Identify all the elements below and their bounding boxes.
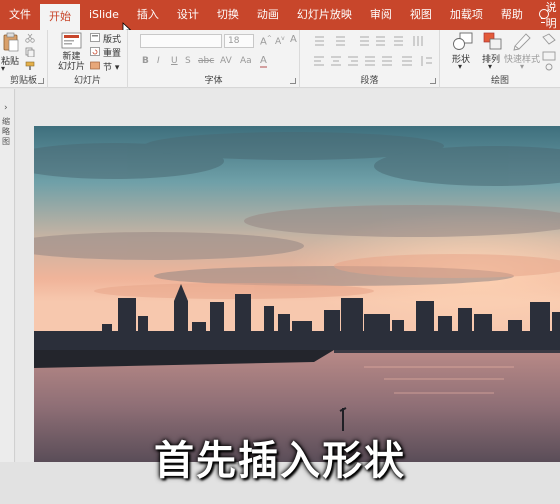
quick-styles-dropdown-icon[interactable]: ▾ (520, 62, 524, 71)
strikethrough-button[interactable]: abc (198, 56, 214, 66)
cut-icon[interactable] (25, 33, 35, 43)
section-label: 节 (103, 63, 113, 73)
tab-review[interactable]: 审阅 (361, 0, 401, 30)
increase-font-icon[interactable]: A^ (260, 35, 272, 47)
format-painter-icon[interactable] (25, 61, 37, 71)
slides-label: 幻灯片 (73, 76, 101, 86)
font-size-value: 18 (228, 36, 240, 46)
quick-styles-icon (513, 33, 531, 51)
menu-bar: 文件 开始 iSlide 插入 设计 切换 动画 幻灯片放映 审阅 视图 加载项… (0, 0, 560, 62)
decrease-font-icon[interactable]: Av (275, 35, 285, 47)
paste-dropdown-icon[interactable]: ▾ (1, 64, 5, 73)
shapes-dropdown-icon[interactable]: ▾ (458, 62, 462, 71)
new-slide-button[interactable]: 新建 幻灯片 (58, 52, 85, 72)
font-group: 18 A^ Av A B I U S abc AV Aa A 字体 (128, 30, 300, 88)
powerpoint-window: 文件 开始 iSlide 插入 设计 切换 动画 幻灯片放映 审阅 视图 加载项… (0, 0, 560, 504)
clipboard-launcher-icon[interactable] (38, 78, 44, 84)
fill-outline-icons[interactable] (540, 33, 560, 73)
font-color-button[interactable]: A (260, 55, 267, 68)
tab-view[interactable]: 视图 (401, 0, 441, 30)
expand-arrow-icon[interactable]: › (4, 103, 8, 113)
section-button[interactable]: 节 ▾ (103, 60, 119, 73)
new-slide-icon[interactable] (61, 31, 83, 51)
tab-addins[interactable]: 加载项 (441, 0, 492, 30)
paste-icon[interactable] (2, 32, 20, 52)
lightbulb-icon (538, 8, 549, 23)
ribbon: 粘贴 ▾ 剪贴板 新建 幻灯片 版式 重置 节 ▾ 幻灯片 18 A^ Av A… (0, 30, 560, 88)
tab-insert[interactable]: 插入 (128, 0, 168, 30)
slides-group: 新建 幻灯片 版式 重置 节 ▾ 幻灯片 (48, 30, 128, 88)
bold-button[interactable]: B (142, 56, 149, 66)
tab-transitions[interactable]: 切换 (208, 0, 248, 30)
video-caption: 首先插入形状 (154, 438, 406, 484)
tab-design[interactable]: 设计 (168, 0, 208, 30)
tab-slideshow[interactable]: 幻灯片放映 (288, 0, 361, 30)
paragraph-launcher-icon[interactable] (430, 78, 436, 84)
drawing-label: 绘图 (490, 76, 509, 86)
paragraph-group: 段落 (300, 30, 440, 88)
layout-icon (90, 33, 100, 42)
slide[interactable] (34, 126, 560, 462)
underline-button[interactable]: U (171, 56, 178, 66)
font-label: 字体 (204, 76, 223, 86)
tab-home[interactable]: 开始 (40, 4, 80, 30)
list-buttons-icon[interactable] (312, 34, 432, 48)
italic-button[interactable]: I (157, 56, 160, 66)
font-size-combobox[interactable]: 18 (224, 34, 254, 48)
tab-help[interactable]: 帮助 (492, 0, 532, 30)
arrange-dropdown-icon[interactable]: ▾ (488, 62, 492, 71)
font-launcher-icon[interactable] (290, 78, 296, 84)
arrange-icon (483, 32, 502, 50)
tab-file[interactable]: 文件 (0, 0, 40, 30)
clipboard-group: 粘贴 ▾ 剪贴板 (0, 30, 48, 88)
reset-button[interactable]: 重置 (103, 46, 121, 59)
char-spacing-button[interactable]: AV (220, 56, 232, 66)
font-name-combobox[interactable] (140, 34, 222, 48)
drawing-group: 形状 ▾ 排列 ▾ 快速样式 ▾ 绘图 (440, 30, 560, 88)
shapes-icon (453, 32, 473, 50)
change-case-button[interactable]: Aa (240, 56, 252, 66)
layout-button[interactable]: 版式 (103, 32, 121, 45)
paragraph-label: 段落 (360, 76, 379, 86)
city-skyline-photo (34, 126, 560, 462)
clear-format-icon[interactable]: A (290, 34, 297, 45)
reset-icon (90, 47, 100, 56)
tab-islide[interactable]: iSlide (80, 0, 128, 30)
section-icon (90, 61, 100, 70)
alignment-buttons-icon[interactable] (312, 54, 436, 68)
copy-icon[interactable] (25, 47, 35, 57)
shadow-button[interactable]: S (185, 56, 191, 66)
tab-animations[interactable]: 动画 (248, 0, 288, 30)
thumbnail-label: 缩略图 (2, 117, 10, 146)
